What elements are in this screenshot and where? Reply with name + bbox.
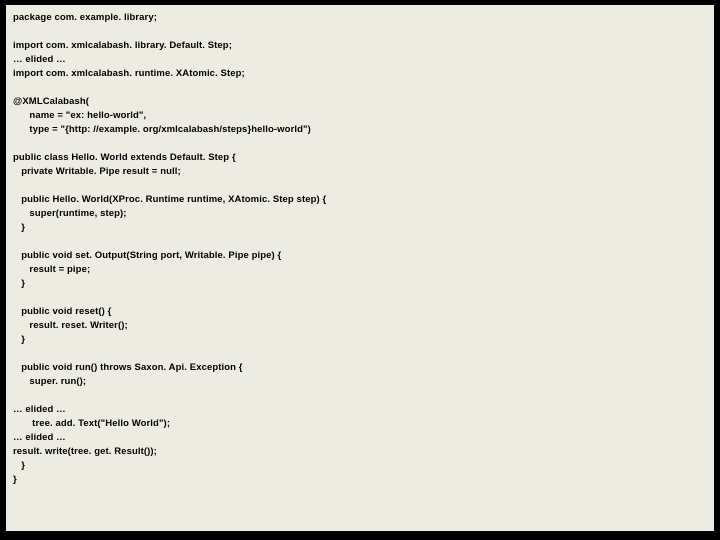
code-line: } <box>13 278 25 289</box>
code-line: … elided … <box>13 54 66 65</box>
code-line: type = "{http: //example. org/xmlcalabas… <box>13 124 311 135</box>
code-line: … elided … <box>13 432 66 443</box>
code-line: import com. xmlcalabash. library. Defaul… <box>13 40 232 51</box>
code-line: result = pipe; <box>13 264 90 275</box>
code-panel: package com. example. library; import co… <box>5 4 715 532</box>
code-line: } <box>13 334 25 345</box>
code-line: super. run(); <box>13 376 86 387</box>
code-line: public class Hello. World extends Defaul… <box>13 152 236 163</box>
code-line: public void reset() { <box>13 306 111 317</box>
code-line: result. write(tree. get. Result()); <box>13 446 157 457</box>
code-line: tree. add. Text("Hello World"); <box>13 418 170 429</box>
code-line: private Writable. Pipe result = null; <box>13 166 181 177</box>
code-line: @XMLCalabash( <box>13 96 89 107</box>
code-line: public void run() throws Saxon. Api. Exc… <box>13 362 243 373</box>
code-line: super(runtime, step); <box>13 208 127 219</box>
code-line: public Hello. World(XProc. Runtime runti… <box>13 194 326 205</box>
code-line: public void set. Output(String port, Wri… <box>13 250 281 261</box>
code-line: } <box>13 222 25 233</box>
code-line: … elided … <box>13 404 66 415</box>
code-line: package com. example. library; <box>13 12 157 23</box>
code-line: result. reset. Writer(); <box>13 320 128 331</box>
code-line: name = "ex: hello-world", <box>13 110 146 121</box>
code-line: } <box>13 474 17 485</box>
code-line: } <box>13 460 25 471</box>
code-line: import com. xmlcalabash. runtime. XAtomi… <box>13 68 245 79</box>
